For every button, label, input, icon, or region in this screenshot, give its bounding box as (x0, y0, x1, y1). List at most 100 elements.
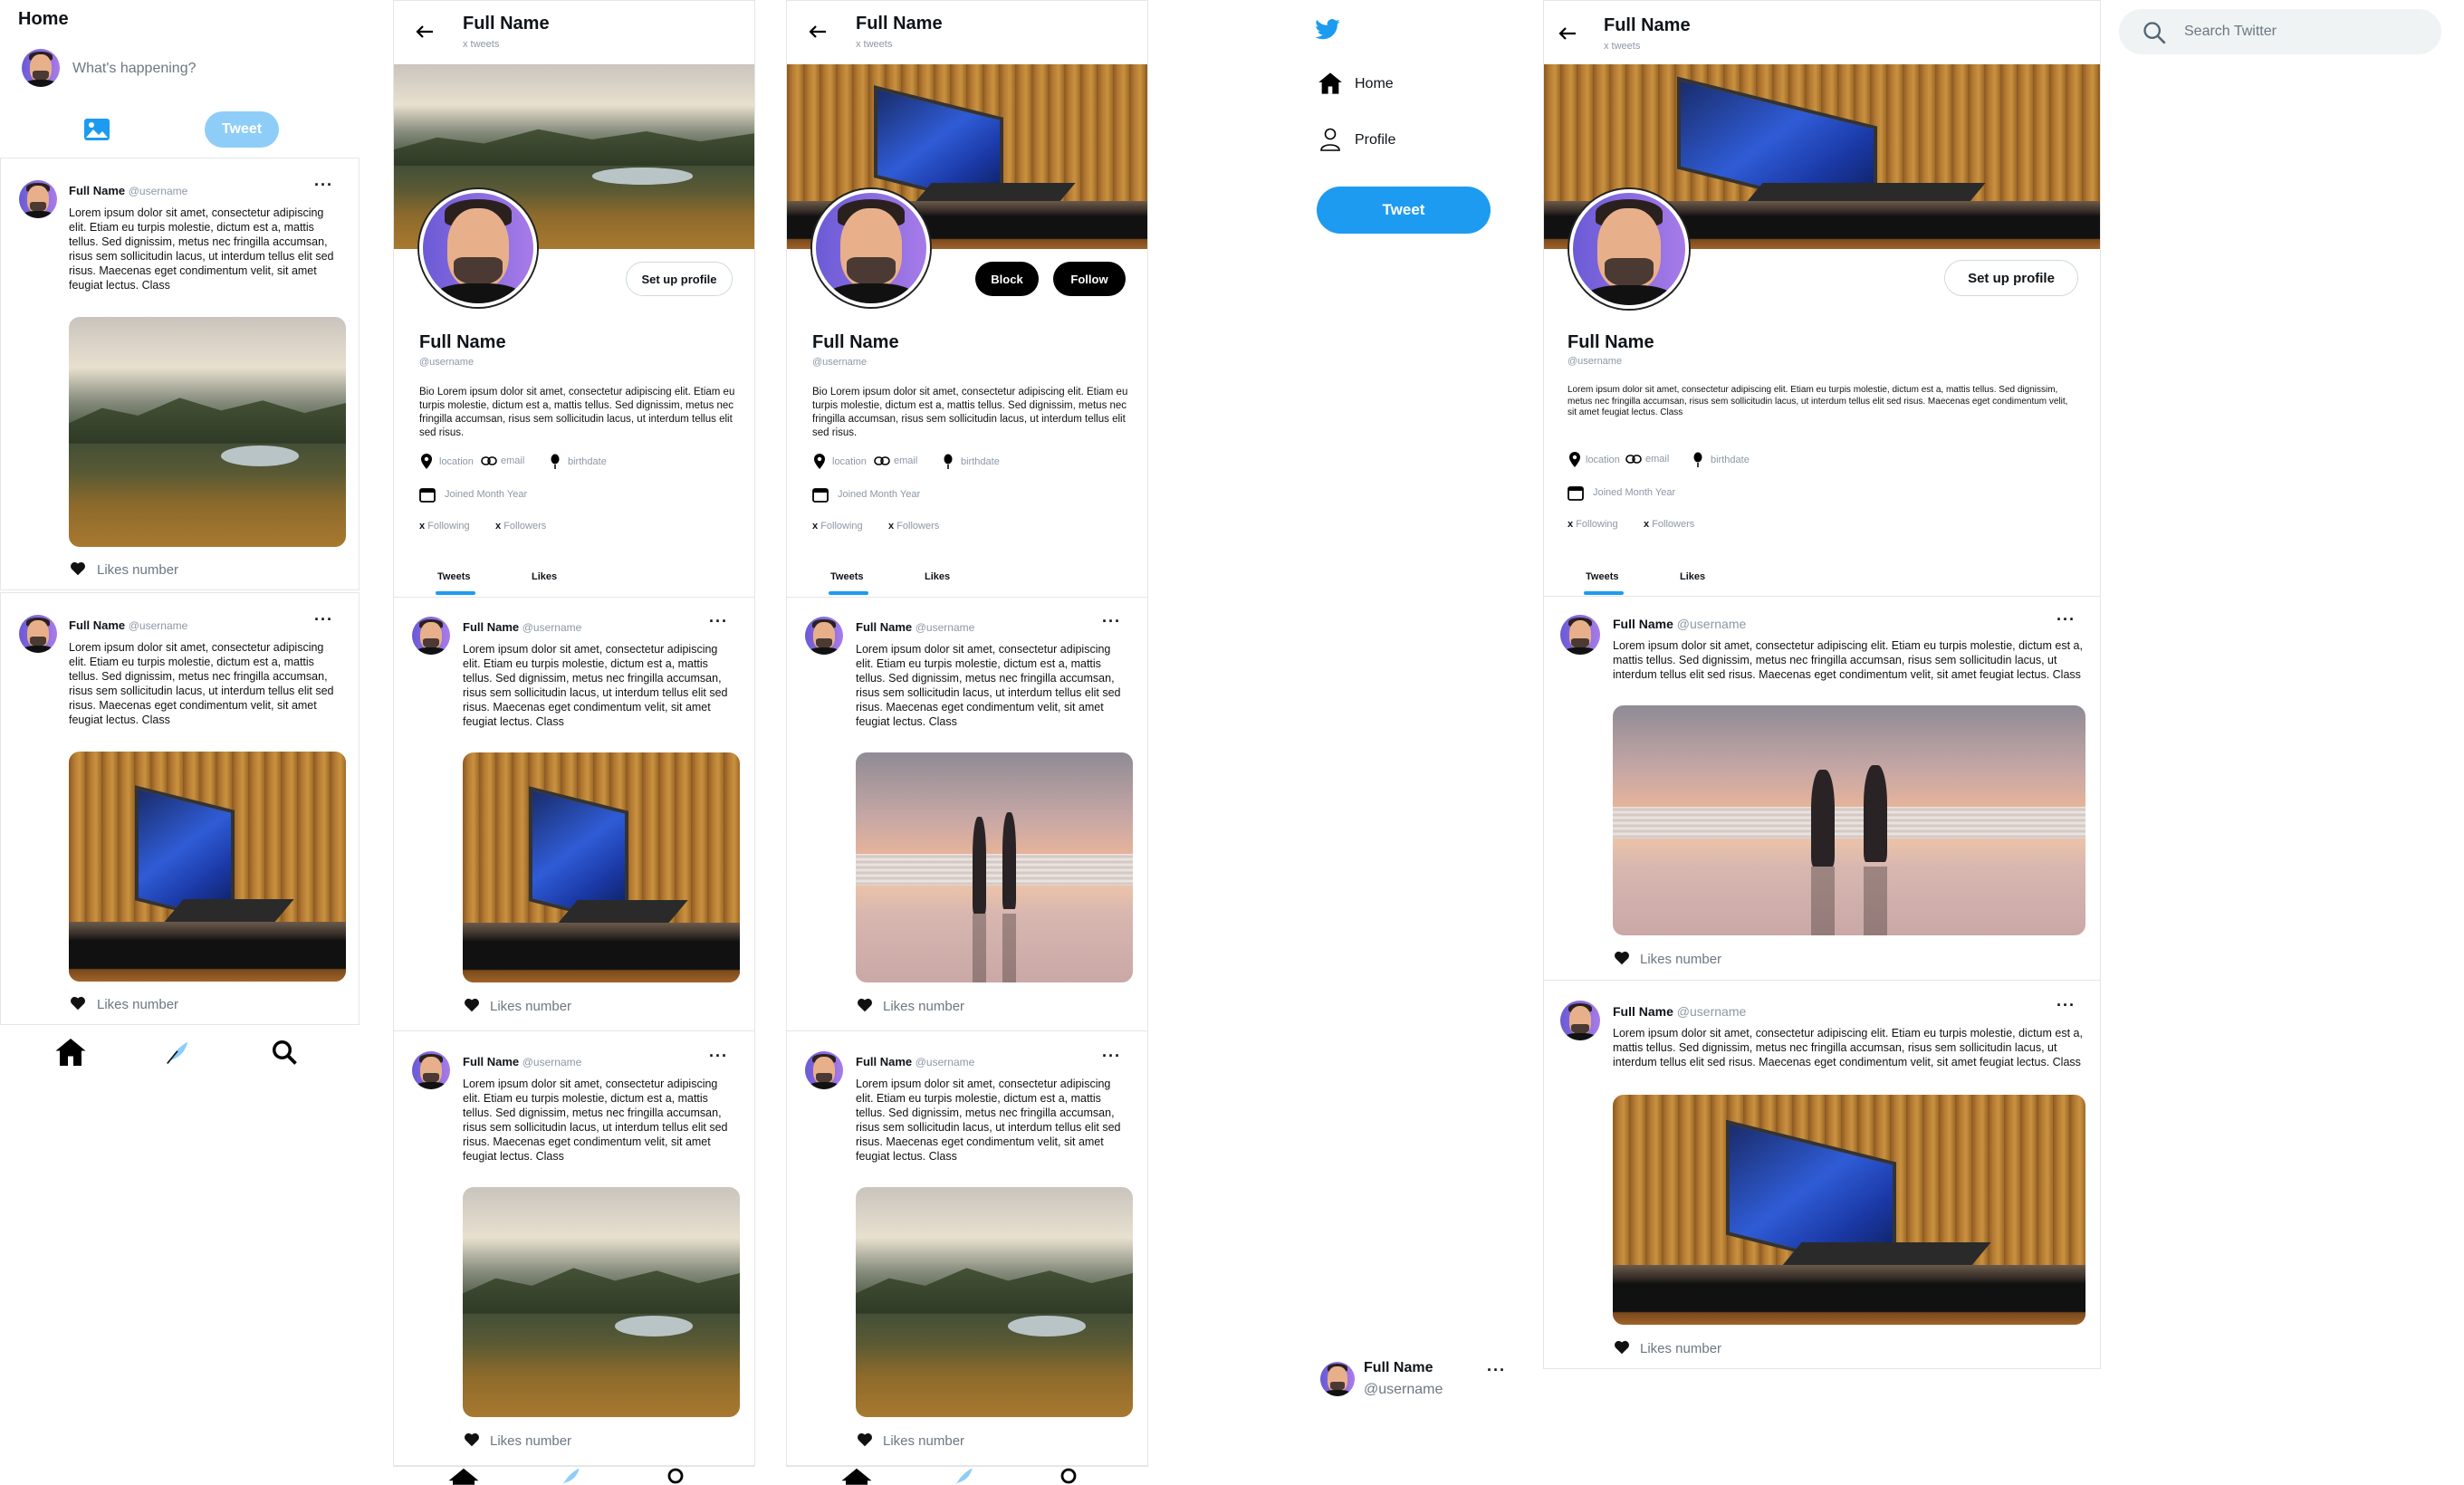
profile-email[interactable]: email (1645, 454, 1669, 465)
following-label[interactable]: Following (1576, 519, 1617, 530)
tab-tweets[interactable]: Tweets (437, 571, 470, 582)
following-count[interactable]: x (812, 521, 818, 532)
more-icon[interactable]: ··· (709, 613, 728, 629)
heart-icon[interactable] (69, 560, 87, 577)
tab-likes[interactable]: Likes (925, 571, 950, 582)
followers-label[interactable]: Followers (896, 521, 939, 532)
more-icon[interactable]: ··· (1487, 1362, 1506, 1378)
compose-feather-icon[interactable] (554, 1467, 587, 1485)
setup-profile-button[interactable]: Set up profile (626, 262, 733, 296)
tweet-image[interactable] (856, 752, 1133, 982)
tweet-image[interactable] (69, 317, 346, 547)
profile-email[interactable]: email (501, 455, 524, 466)
search-icon[interactable] (1056, 1467, 1085, 1485)
sidebar-tweet-button[interactable]: Tweet (1317, 187, 1491, 234)
heart-icon[interactable] (69, 995, 87, 1011)
tweet-text: Lorem ipsum dolor sit amet, consectetur … (1613, 639, 2083, 681)
profile-avatar[interactable] (812, 189, 930, 307)
tweet-author-name[interactable]: Full Name (856, 1055, 912, 1068)
image-icon[interactable] (81, 116, 112, 143)
tweet-image[interactable] (1613, 705, 2085, 935)
search-input[interactable]: Search Twitter (2184, 24, 2277, 40)
profile-handle: @username (812, 357, 868, 368)
profile-email[interactable]: email (894, 455, 917, 466)
tweet-author-name[interactable]: Full Name (463, 1055, 519, 1068)
search-icon[interactable] (663, 1467, 692, 1485)
heart-icon[interactable] (856, 1432, 874, 1448)
account-name[interactable]: Full Name (1364, 1360, 1433, 1376)
tab-tweets[interactable]: Tweets (830, 571, 863, 582)
person-icon[interactable] (1318, 127, 1342, 152)
profile-header-name: Full Name (463, 14, 550, 34)
tab-tweets[interactable]: Tweets (1586, 571, 1618, 582)
avatar[interactable] (1560, 1001, 1600, 1040)
avatar[interactable] (805, 1051, 843, 1089)
tab-likes[interactable]: Likes (1680, 571, 1705, 582)
tweet-button[interactable]: Tweet (205, 111, 279, 148)
tab-likes[interactable]: Likes (532, 571, 557, 582)
more-icon[interactable]: ··· (2057, 997, 2076, 1013)
more-icon[interactable]: ··· (2057, 611, 2076, 628)
avatar[interactable] (19, 615, 57, 653)
home-icon[interactable] (839, 1467, 875, 1485)
tweet-image[interactable] (1613, 1095, 2085, 1325)
heart-icon[interactable] (463, 997, 481, 1013)
heart-icon[interactable] (1613, 1339, 1631, 1356)
tweet-author-name[interactable]: Full Name (69, 618, 125, 632)
search-icon[interactable] (268, 1036, 301, 1068)
followers-count[interactable]: x (1644, 519, 1649, 530)
back-arrow-icon[interactable] (1557, 23, 1578, 44)
back-arrow-icon[interactable] (807, 21, 829, 43)
tweet-author-name[interactable]: Full Name (856, 620, 912, 634)
following-count[interactable]: x (1568, 519, 1573, 530)
block-button[interactable]: Block (975, 262, 1039, 296)
avatar[interactable] (19, 180, 57, 218)
tweet-image[interactable] (463, 752, 740, 982)
more-icon[interactable]: ··· (709, 1048, 728, 1064)
sidebar-item-home[interactable]: Home (1355, 76, 1394, 92)
compose-feather-icon[interactable] (947, 1467, 980, 1485)
tweet-card: Full Name @username ··· Lorem ipsum dolo… (1544, 597, 2100, 981)
following-label[interactable]: Following (427, 521, 469, 532)
avatar[interactable] (1320, 1362, 1355, 1396)
more-icon[interactable]: ··· (1102, 613, 1121, 629)
heart-icon[interactable] (856, 997, 874, 1013)
avatar[interactable] (22, 49, 60, 87)
setup-profile-button[interactable]: Set up profile (1944, 260, 2078, 296)
followers-label[interactable]: Followers (503, 521, 546, 532)
more-icon[interactable]: ··· (314, 177, 333, 193)
search-bar[interactable]: Search Twitter (2119, 9, 2441, 54)
link-icon (874, 455, 890, 467)
profile-avatar[interactable] (419, 189, 537, 307)
more-icon[interactable]: ··· (314, 611, 333, 628)
avatar[interactable] (805, 617, 843, 655)
heart-icon[interactable] (463, 1432, 481, 1448)
tweet-author-name[interactable]: Full Name (1613, 617, 1673, 631)
tweet-image[interactable] (856, 1187, 1133, 1417)
tweet-image[interactable] (69, 752, 346, 982)
follow-button[interactable]: Follow (1053, 262, 1126, 296)
tweet-author-name[interactable]: Full Name (463, 620, 519, 634)
twitter-logo-icon[interactable] (1313, 16, 1342, 43)
back-arrow-icon[interactable] (414, 21, 436, 43)
followers-count[interactable]: x (495, 521, 501, 532)
heart-icon[interactable] (1613, 950, 1631, 966)
followers-label[interactable]: Followers (1652, 519, 1694, 530)
tweet-image[interactable] (463, 1187, 740, 1417)
avatar[interactable] (412, 1051, 450, 1089)
avatar[interactable] (1560, 615, 1600, 655)
followers-count[interactable]: x (888, 521, 894, 532)
tweet-author-name[interactable]: Full Name (1613, 1004, 1673, 1019)
more-icon[interactable]: ··· (1102, 1048, 1121, 1064)
profile-avatar[interactable] (1569, 189, 1689, 309)
home-icon[interactable] (1317, 71, 1344, 96)
compose-input[interactable]: What's happening? (72, 61, 196, 77)
home-icon[interactable] (53, 1034, 89, 1070)
following-count[interactable]: x (419, 521, 425, 532)
home-icon[interactable] (446, 1467, 482, 1485)
compose-feather-icon[interactable] (159, 1036, 196, 1068)
avatar[interactable] (412, 617, 450, 655)
sidebar-item-profile[interactable]: Profile (1355, 132, 1395, 148)
following-label[interactable]: Following (820, 521, 862, 532)
tweet-author-name[interactable]: Full Name (69, 184, 125, 197)
